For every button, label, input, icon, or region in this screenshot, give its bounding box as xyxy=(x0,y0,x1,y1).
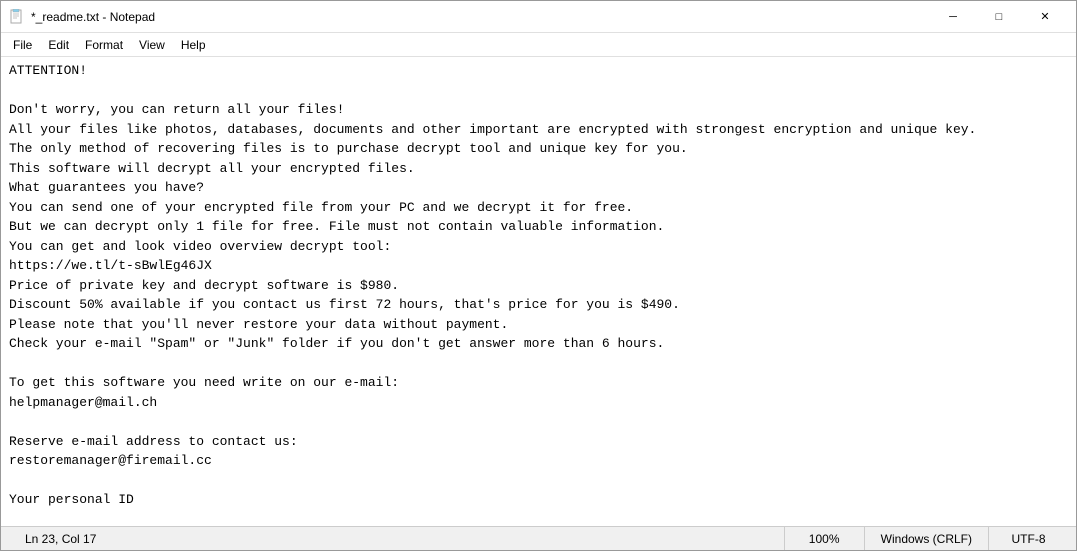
notepad-window: *_readme.txt - Notepad ─ □ ✕ File Edit F… xyxy=(0,0,1077,551)
menu-bar: File Edit Format View Help xyxy=(1,33,1076,57)
close-button[interactable]: ✕ xyxy=(1022,1,1068,33)
line-ending: Windows (CRLF) xyxy=(864,527,988,550)
editor-area xyxy=(1,57,1076,526)
zoom-level: 100% xyxy=(784,527,864,550)
menu-view[interactable]: View xyxy=(131,36,173,54)
title-bar-controls: ─ □ ✕ xyxy=(930,1,1068,33)
window-title: *_readme.txt - Notepad xyxy=(31,10,155,24)
menu-file[interactable]: File xyxy=(5,36,40,54)
title-bar-left: *_readme.txt - Notepad xyxy=(9,9,155,25)
encoding: UTF-8 xyxy=(988,527,1068,550)
cursor-position: Ln 23, Col 17 xyxy=(9,527,112,550)
menu-edit[interactable]: Edit xyxy=(40,36,77,54)
minimize-button[interactable]: ─ xyxy=(930,1,976,33)
title-bar: *_readme.txt - Notepad ─ □ ✕ xyxy=(1,1,1076,33)
text-editor[interactable] xyxy=(1,57,1076,526)
menu-format[interactable]: Format xyxy=(77,36,131,54)
menu-help[interactable]: Help xyxy=(173,36,214,54)
maximize-button[interactable]: □ xyxy=(976,1,1022,33)
notepad-icon xyxy=(9,9,25,25)
status-bar: Ln 23, Col 17 100% Windows (CRLF) UTF-8 xyxy=(1,526,1076,550)
